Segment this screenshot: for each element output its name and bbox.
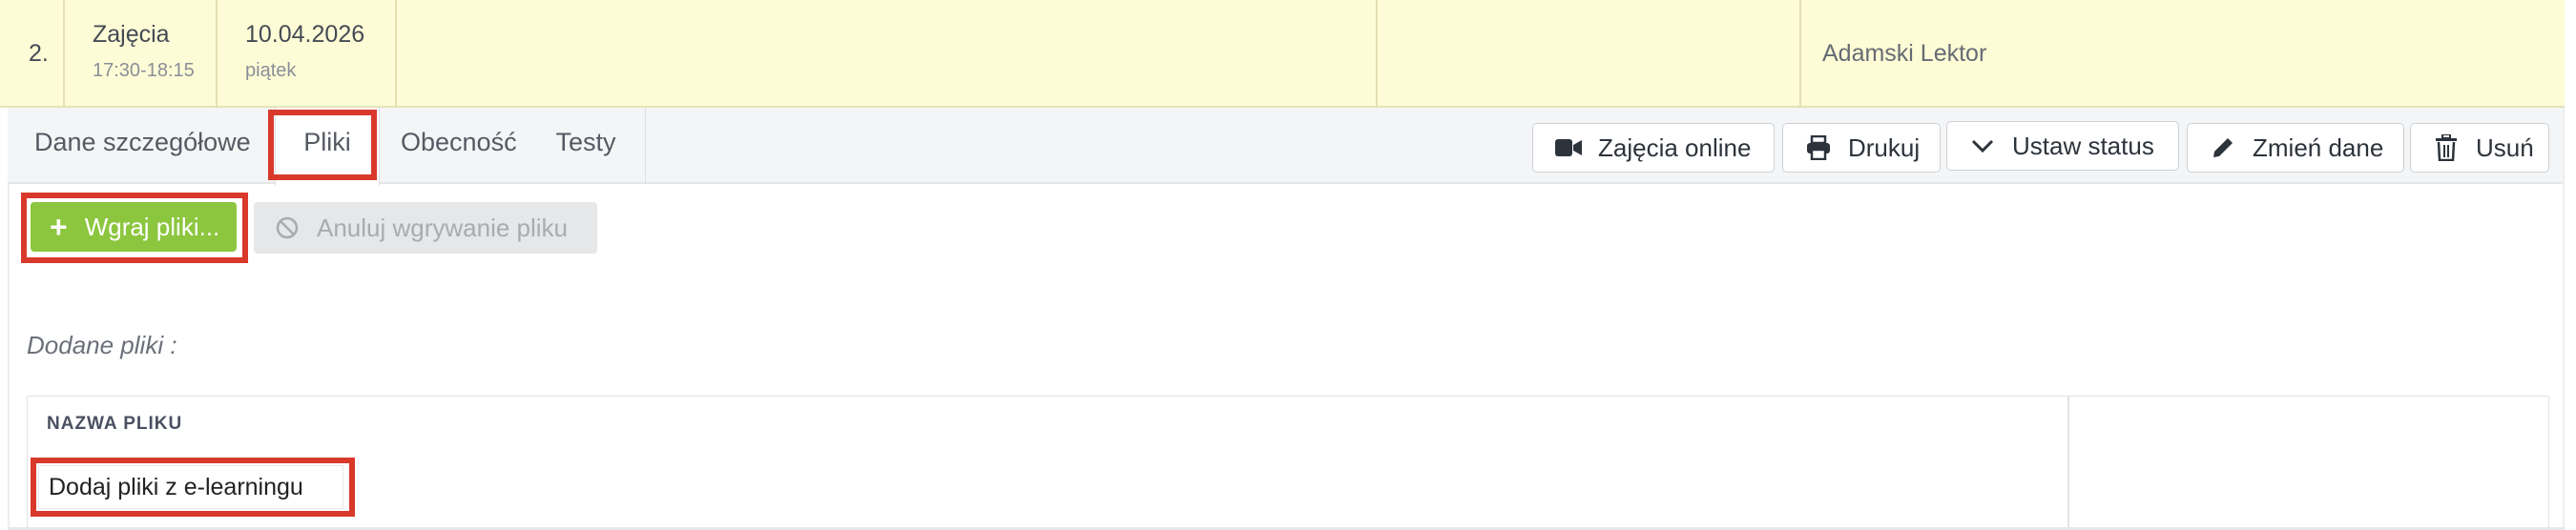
- online-class-label: Zajęcia online: [1598, 132, 1752, 162]
- print-button[interactable]: Drukuj: [1782, 123, 1941, 173]
- table-divider: [2067, 397, 2069, 530]
- tab-files[interactable]: Pliki: [275, 108, 380, 186]
- delete-label: Usuń: [2476, 132, 2534, 162]
- panel-right-border: [2563, 108, 2565, 530]
- lecturer-name: Adamski Lektor: [1822, 40, 1987, 67]
- row-type-cell: Zajęcia 17:30-18:15: [65, 0, 218, 108]
- print-label: Drukuj: [1848, 132, 1921, 162]
- row-empty-cell-2: [1378, 0, 1801, 108]
- file-name-header: NAZWA PLIKU: [47, 414, 183, 434]
- online-class-button[interactable]: Zajęcia online: [1532, 123, 1775, 173]
- session-weekday: piątek: [245, 60, 297, 81]
- row-lecturer-cell: Adamski Lektor: [1801, 0, 2565, 108]
- cancel-upload-button[interactable]: Anuluj wgrywanie pliku: [254, 202, 597, 254]
- video-camera-icon: [1554, 133, 1583, 162]
- row-empty-cell: [397, 0, 1378, 108]
- plus-icon: +: [50, 210, 68, 244]
- row-number-cell: 2.: [0, 0, 65, 108]
- ban-icon: [275, 215, 300, 240]
- panel-left-border: [8, 184, 10, 530]
- edit-label: Zmień dane: [2253, 132, 2384, 162]
- printer-icon: [1804, 133, 1833, 162]
- set-status-button[interactable]: Ustaw status: [1946, 121, 2179, 171]
- tab-tests[interactable]: Testy: [527, 108, 646, 184]
- edit-button[interactable]: Zmień dane: [2187, 123, 2404, 173]
- schedule-row: 2. Zajęcia 17:30-18:15 10.04.2026 piątek…: [0, 0, 2565, 108]
- tabs-bar: Dane szczegółowe Pliki Obecność Testy: [8, 108, 2565, 186]
- trash-icon: [2432, 133, 2461, 162]
- files-table: NAZWA PLIKU: [27, 396, 2549, 530]
- session-date: 10.04.2026: [245, 21, 365, 48]
- session-type: Zajęcia: [93, 21, 170, 48]
- add-elearning-files-button[interactable]: Dodaj pliki z e-learningu: [38, 465, 343, 509]
- added-files-label: Dodane pliki :: [27, 331, 177, 359]
- set-status-label: Ustaw status: [2012, 131, 2154, 160]
- row-number: 2.: [29, 40, 49, 67]
- row-date-cell: 10.04.2026 piątek: [218, 0, 397, 108]
- upload-files-button[interactable]: + Wgraj pliki...: [31, 202, 237, 252]
- pencil-icon: [2209, 133, 2237, 162]
- session-time: 17:30-18:15: [93, 60, 195, 81]
- tab-attendance[interactable]: Obecność: [382, 108, 527, 184]
- cancel-upload-label: Anuluj wgrywanie pliku: [317, 213, 569, 242]
- upload-files-label: Wgraj pliki...: [84, 212, 220, 241]
- delete-button[interactable]: Usuń: [2410, 123, 2549, 173]
- chevron-down-icon: [1968, 132, 1997, 160]
